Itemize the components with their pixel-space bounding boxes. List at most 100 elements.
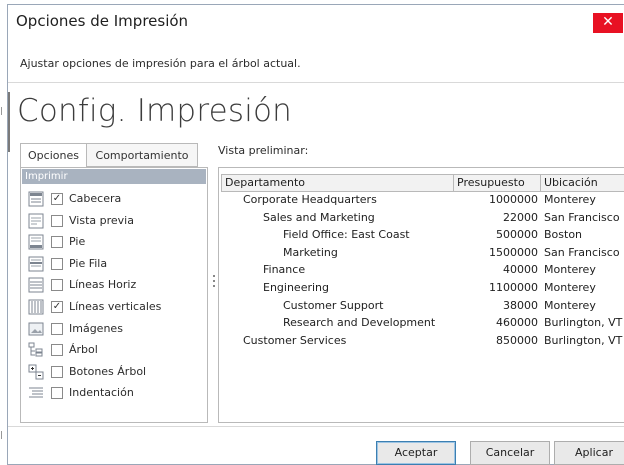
option-header[interactable]: ✓ Cabecera [28, 190, 206, 210]
checkbox[interactable]: ✓ [51, 301, 63, 313]
images-icon [28, 321, 44, 337]
cell-budget: 850000 [496, 333, 538, 347]
horizontal-lines-icon [28, 277, 44, 293]
cell-department: Sales and Marketing [263, 210, 375, 224]
table-row: Research and Development 460000 Burlington… [219, 315, 624, 333]
title-bar: Opciones de Impresión ✕ [8, 5, 624, 39]
option-tree[interactable]: Árbol [28, 341, 206, 361]
table-row: Finance 40000 Monterey [219, 262, 624, 280]
table-row: Marketing 1500000 San Francisco [219, 245, 624, 263]
option-label: Indentación [69, 386, 134, 400]
accept-button[interactable]: Aceptar [376, 441, 456, 465]
cell-location: San Francisco [544, 245, 620, 259]
option-horizontal-lines[interactable]: Líneas Horiz [28, 276, 206, 296]
column-header-location[interactable]: Ubicación [540, 174, 624, 192]
preview-grid: Departamento Presupuesto Ubicación Corpo… [218, 167, 624, 423]
cancel-button[interactable]: Cancelar [470, 441, 550, 465]
option-label: Vista previa [69, 213, 134, 227]
cell-department: Research and Development [283, 316, 436, 330]
option-label: Botones Árbol [69, 364, 147, 378]
dialog-description: Ajustar opciones de impresión para el ár… [20, 57, 301, 70]
option-tree-buttons[interactable]: Botones Árbol [28, 363, 206, 383]
option-label: Árbol [69, 343, 98, 357]
table-row: Engineering 1100000 Monterey [219, 280, 624, 298]
option-row-footer[interactable]: Pie Fila [28, 255, 206, 275]
tab-options[interactable]: Opciones [20, 143, 87, 168]
tree-icon [28, 342, 44, 358]
vertical-lines-icon [28, 299, 44, 315]
page-title: Config. Impresión [17, 93, 293, 129]
preview-label: Vista preliminar: [218, 144, 309, 157]
apply-button[interactable]: Aplicar [554, 441, 624, 465]
table-row: Field Office: East Coast 500000 Boston [219, 227, 624, 245]
column-header-department[interactable]: Departamento [221, 174, 454, 192]
print-options-dialog: Opciones de Impresión ✕ Ajustar opciones… [7, 4, 624, 465]
cell-location: Boston [544, 228, 583, 242]
cell-department: Marketing [283, 245, 338, 259]
cell-location: Monterey [544, 281, 596, 294]
checkbox[interactable] [51, 279, 63, 292]
option-images[interactable]: Imágenes [28, 320, 206, 340]
cell-department: Customer Services [243, 333, 347, 347]
print-group-header: Imprimir [22, 169, 206, 184]
option-vertical-lines[interactable]: ✓ Líneas verticales [28, 298, 206, 318]
cell-department: Engineering [263, 281, 329, 294]
edge-glyph: | [0, 106, 3, 115]
edge-glyph: | [0, 430, 3, 439]
cell-budget: 1100000 [489, 281, 538, 294]
cell-budget: 22000 [503, 210, 538, 224]
row-footer-icon [28, 256, 44, 272]
cell-location: San Francisco [544, 210, 620, 224]
cell-department: Corporate Headquarters [243, 193, 377, 206]
window-title: Opciones de Impresión [16, 12, 189, 30]
tab-behavior[interactable]: Comportamiento [86, 143, 198, 167]
preview-icon [28, 213, 44, 229]
table-row: Corporate Headquarters 1000000 Monterey [219, 192, 624, 210]
checkbox[interactable] [51, 257, 63, 270]
table-row: Customer Services 850000 Burlington, VT [219, 333, 624, 351]
cell-budget: 500000 [496, 228, 538, 242]
splitter-handle[interactable] [213, 275, 216, 295]
table-row: Customer Support 38000 Monterey [219, 298, 624, 316]
checkbox[interactable] [51, 365, 63, 378]
cell-budget: 1000000 [489, 193, 538, 206]
cell-department: Customer Support [283, 298, 384, 312]
checkbox[interactable]: ✓ [51, 193, 63, 205]
option-label: Pie Fila [69, 256, 108, 270]
cell-department: Field Office: East Coast [283, 228, 410, 242]
footer-icon [28, 234, 44, 250]
tree-buttons-icon [28, 364, 44, 380]
options-panel: Imprimir ✓ Cabecera Vista previa Pie Pie Fil… [20, 167, 208, 423]
cell-location: Monterey [544, 263, 596, 277]
checkbox[interactable] [51, 214, 63, 227]
cell-location: Burlington, VT [544, 333, 623, 347]
divider [8, 82, 624, 83]
cell-budget: 38000 [503, 298, 538, 312]
cell-budget: 460000 [496, 316, 538, 330]
cell-location: Monterey [544, 193, 596, 206]
header-icon [28, 191, 44, 207]
checkbox[interactable] [51, 322, 63, 335]
option-label: Líneas verticales [69, 300, 162, 313]
option-preview[interactable]: Vista previa [28, 212, 206, 232]
option-indent[interactable]: Indentación [28, 384, 206, 404]
close-button[interactable]: ✕ [593, 13, 623, 33]
checkbox[interactable] [51, 344, 63, 357]
option-label: Imágenes [69, 321, 123, 335]
column-header-budget[interactable]: Presupuesto [453, 174, 541, 192]
checkbox[interactable] [51, 387, 63, 400]
cell-location: Burlington, VT [544, 316, 623, 330]
cell-budget: 40000 [503, 263, 538, 277]
accent-bar [8, 92, 10, 152]
option-footer[interactable]: Pie [28, 233, 206, 253]
checkbox[interactable] [51, 236, 63, 249]
cell-department: Finance [263, 263, 306, 277]
option-label: Cabecera [69, 192, 122, 205]
table-row: Sales and Marketing 22000 San Francisco [219, 210, 624, 228]
option-label: Líneas Horiz [69, 278, 137, 292]
cell-budget: 1500000 [489, 245, 538, 259]
cell-location: Monterey [544, 298, 596, 312]
option-label: Pie [69, 235, 86, 249]
indent-icon [28, 385, 44, 401]
divider [8, 426, 624, 427]
